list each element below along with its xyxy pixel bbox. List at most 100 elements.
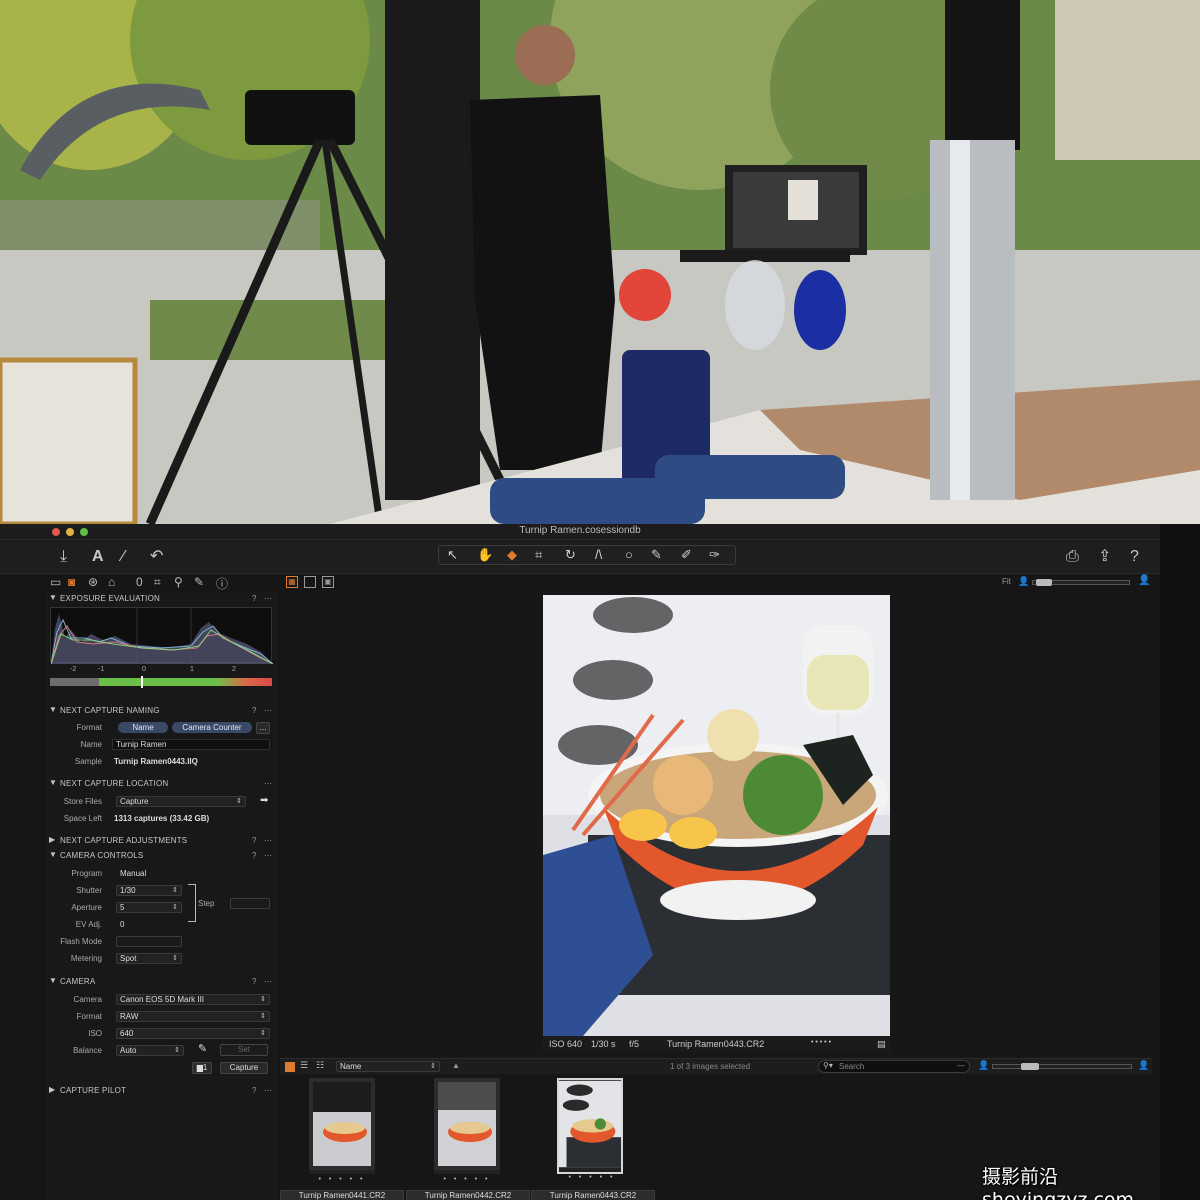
import-icon[interactable]: ⤓ — [60, 548, 67, 566]
undo-icon[interactable]: ↶ — [150, 548, 163, 566]
thumbnail-rating[interactable]: • • • • • — [309, 1176, 375, 1183]
capture-options-button[interactable]: ▆1 — [192, 1062, 212, 1074]
thumbnail-2[interactable]: • • • • • — [434, 1078, 500, 1183]
circle-icon[interactable]: ○ — [625, 547, 633, 562]
thumbnail-image — [559, 1080, 621, 1168]
multi-view-icon[interactable]: ▦ — [286, 576, 298, 588]
pen-icon[interactable]: ✎ — [651, 547, 662, 563]
watermark: 摄影前沿 sheyingzyz.com — [982, 1166, 1135, 1200]
more-icon[interactable]: ⋯ — [264, 594, 272, 603]
color-icon[interactable]: ⊛ — [88, 575, 98, 589]
capture-tool-panel: ▼ EXPOSURE EVALUATION ? ⋯ -2 -1 0 1 2 ▼ … — [46, 592, 278, 1200]
keystone-icon[interactable]: /\ — [595, 547, 602, 562]
capture-one-window: Turnip Ramen.cosessiondb ⤓ A ⁄ ↶ ↖ ✋ ◆ ⌗… — [0, 524, 1200, 1200]
crop-tab-icon[interactable]: ⌗ — [154, 575, 161, 590]
thumbnail-1[interactable]: • • • • • — [309, 1078, 375, 1183]
collapse-icon: ▼ — [49, 593, 58, 602]
camera-format-select[interactable]: RAW ⇕ — [116, 1011, 270, 1022]
capture-icon[interactable]: ◙ — [68, 575, 75, 589]
single-view-icon[interactable] — [304, 576, 316, 588]
rating-stars[interactable]: • • • • • — [811, 1039, 831, 1046]
search-input[interactable]: ⚲▾ Search — — [818, 1060, 970, 1073]
thumbnail-image — [434, 1078, 500, 1170]
list-view-icon[interactable]: ☰ — [300, 1060, 308, 1071]
print-icon[interactable]: ⎙ — [1066, 548, 1079, 566]
thumbnail-size-slider[interactable] — [992, 1063, 1132, 1070]
format-label: Format — [76, 723, 102, 732]
ev-adj-value: 0 — [120, 920, 125, 929]
next-capture-naming-header[interactable]: ▼ NEXT CAPTURE NAMING ? ⋯ — [46, 704, 278, 717]
viewer-topbar: ▦ ▣ Fit 👤 👤 — [280, 574, 1152, 592]
iso-select[interactable]: 640 ⇕ — [116, 1028, 270, 1039]
thumbnail-3-label[interactable]: Turnip Ramen0443.CR2 — [531, 1190, 655, 1200]
zoom-slider[interactable] — [1032, 579, 1130, 586]
eyedropper-icon[interactable]: ✎ — [198, 1042, 207, 1055]
iso-info: ISO 640 — [549, 1039, 583, 1049]
set-button[interactable]: Set — [220, 1044, 268, 1056]
rotate-icon[interactable]: ↻ — [565, 547, 576, 563]
next-capture-location-header[interactable]: ▼ NEXT CAPTURE LOCATION ⋯ — [46, 777, 278, 790]
clear-search-icon[interactable]: — — [957, 1061, 965, 1070]
crop-icon[interactable]: ⌗ — [535, 547, 542, 563]
browser-toolbar: ☰ ☷ Name ⇕ ▲ 1 of 3 images selected ⚲▾ Se… — [280, 1058, 1152, 1074]
arrow-right-icon[interactable]: ➡ — [260, 795, 268, 806]
camera-controls-header[interactable]: ▼ CAMERA CONTROLS ? ⋯ — [46, 849, 278, 862]
filename-info: Turnip Ramen0443.CR2 — [667, 1039, 765, 1049]
compare-view-icon[interactable]: ▣ — [322, 576, 334, 588]
name-field[interactable]: Turnip Ramen — [112, 739, 270, 750]
balance-select[interactable]: Auto ⇕ — [116, 1045, 184, 1056]
thumbnail-size-handle[interactable] — [1021, 1063, 1039, 1070]
camera-select[interactable]: Canon EOS 5D Mark III ⇕ — [116, 994, 270, 1005]
metadata-icon[interactable]: ⓘ — [216, 575, 228, 592]
next-capture-adjustments-header[interactable]: ▶ NEXT CAPTURE ADJUSTMENTS ? ⋯ — [46, 834, 278, 847]
help-icon[interactable]: ? — [1130, 548, 1139, 566]
zoom-slider-handle[interactable] — [1036, 579, 1052, 586]
shutter-select[interactable]: 1/30 ⇕ — [116, 885, 182, 896]
camera-counter-token[interactable]: Camera Counter — [172, 722, 252, 733]
tool-tabs: ▭ ◙ ⊛ ⌂ 0 ⌗ ⚲ ✎ ⓘ — [46, 574, 278, 592]
balance-label: Balance — [73, 1046, 102, 1055]
capture-pilot-header[interactable]: ▶ CAPTURE PILOT ? ⋯ — [46, 1084, 278, 1097]
adjust-icon[interactable]: ✎ — [194, 575, 204, 589]
thumbnail-3[interactable]: • • • • • — [557, 1078, 623, 1181]
text-icon[interactable]: A — [92, 548, 104, 566]
sort-direction-icon[interactable]: ▲ — [452, 1061, 460, 1070]
name-token[interactable]: Name — [118, 722, 168, 733]
library-icon[interactable]: ▭ — [50, 575, 61, 589]
program-label: Program — [71, 869, 102, 878]
thumbnail-2-label[interactable]: Turnip Ramen0442.CR2 — [406, 1190, 530, 1200]
studio-scene-illustration — [0, 0, 1200, 524]
format-more-button[interactable]: … — [256, 722, 270, 734]
right-gutter — [1160, 524, 1200, 1200]
capture-button[interactable]: Capture — [220, 1062, 268, 1074]
picker-icon[interactable]: ◆ — [507, 547, 517, 563]
eraser-icon[interactable]: ✑ — [709, 547, 720, 563]
cursor-icon[interactable]: ↖ — [447, 547, 458, 563]
thumbnail-rating[interactable]: • • • • • — [559, 1174, 625, 1181]
exposure-meter — [50, 678, 272, 686]
filmstrip-view-icon[interactable]: ☷ — [316, 1060, 324, 1071]
step-select[interactable] — [230, 898, 270, 909]
brush-tool-icon[interactable]: ✐ — [681, 547, 692, 563]
exposure-icon[interactable]: ⌂ — [108, 575, 115, 589]
exposure-evaluation-header[interactable]: ▼ EXPOSURE EVALUATION ? ⋯ — [46, 592, 278, 605]
sort-select[interactable]: Name ⇕ — [336, 1061, 440, 1072]
export-icon[interactable]: ⇪ — [1098, 548, 1111, 566]
help-icon[interactable]: ? — [252, 594, 257, 603]
lens-icon[interactable]: 0 — [136, 575, 143, 589]
user-icon[interactable]: 👤 — [1138, 575, 1150, 586]
camera-header[interactable]: ▼ CAMERA ? ⋯ — [46, 975, 278, 988]
brush-icon[interactable]: ⁄ — [122, 548, 125, 566]
user-icon[interactable]: 👤 — [1138, 1060, 1149, 1071]
iso-label: ISO — [88, 1029, 102, 1038]
grid-view-icon[interactable] — [285, 1062, 295, 1072]
store-files-select[interactable]: Capture ⇕ — [116, 796, 246, 807]
pan-icon[interactable]: ✋ — [477, 547, 493, 563]
thumbnail-rating[interactable]: • • • • • — [434, 1176, 500, 1183]
flash-mode-select[interactable] — [116, 936, 182, 947]
aperture-select[interactable]: 5 ⇕ — [116, 902, 182, 913]
color-tag-icon[interactable]: ▤ — [877, 1039, 886, 1050]
thumbnail-1-label[interactable]: Turnip Ramen0441.CR2 — [280, 1190, 404, 1200]
details-icon[interactable]: ⚲ — [174, 575, 183, 589]
metering-select[interactable]: Spot ⇕ — [116, 953, 182, 964]
